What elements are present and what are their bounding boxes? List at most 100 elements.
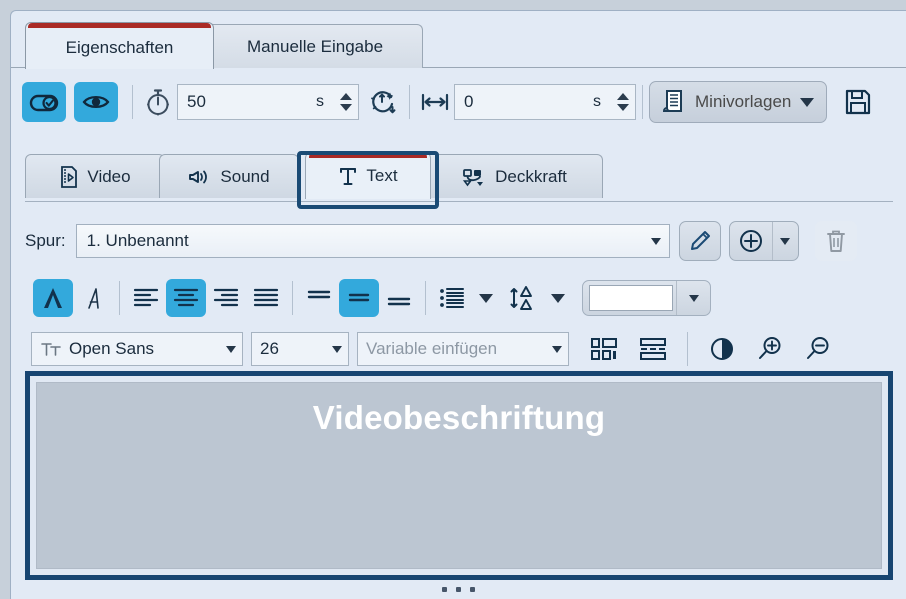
align-justify-button[interactable]	[246, 279, 286, 317]
delay-stepper-up[interactable]	[617, 93, 629, 100]
clock-animation-icon	[369, 87, 399, 117]
duration-stepper-down[interactable]	[340, 104, 352, 111]
minivorlagen-label: Minivorlagen	[695, 92, 792, 111]
chevron-down-icon	[780, 237, 791, 245]
tab-manuelle-eingabe[interactable]: Manuelle Eingabe	[207, 24, 423, 68]
duration-icon-button[interactable]	[139, 82, 177, 122]
valign-top-button[interactable]	[299, 279, 339, 317]
font-TT-icon	[40, 339, 62, 359]
font-style-italic-button[interactable]	[73, 279, 113, 317]
properties-panel: Eigenschaften Manuelle Eingabe 50 s 0 s …	[10, 10, 906, 599]
track-label: Spur:	[25, 231, 66, 250]
color-swatch[interactable]	[589, 285, 673, 311]
vertical-align-top-icon	[305, 285, 333, 311]
bullet-list-button[interactable]	[432, 279, 472, 317]
layout-rows-icon	[638, 336, 668, 362]
subtab-deckkraft[interactable]: Deckkraft	[425, 154, 603, 198]
layout-columns-button[interactable]	[585, 330, 625, 368]
text-color-dropdown[interactable]	[676, 281, 710, 315]
chevron-down-icon[interactable]	[800, 97, 815, 107]
track-value: 1. Unbenannt	[86, 231, 189, 250]
text-T-icon	[338, 164, 358, 188]
dot	[456, 587, 461, 592]
track-select[interactable]: 1. Unbenannt	[75, 224, 670, 258]
toggle-visible-button[interactable]	[74, 82, 118, 122]
duration-unit: s	[316, 93, 324, 110]
content-tab-strip: Video Sound Text Deckkraft	[11, 144, 906, 202]
toolbar-divider-1	[132, 85, 133, 119]
chevron-down-icon[interactable]	[226, 345, 236, 353]
subtab-video-label: Video	[87, 166, 131, 186]
application-window: Eigenschaften Manuelle Eingabe 50 s 0 s …	[0, 0, 906, 599]
font-family-value: Open Sans	[69, 339, 155, 358]
add-track-button[interactable]	[730, 222, 772, 260]
format-divider-1	[119, 281, 120, 315]
text-canvas[interactable]: Videobeschriftung	[36, 382, 882, 569]
bullet-list-dropdown[interactable]	[472, 279, 500, 317]
subtab-text-label: Text	[366, 166, 398, 185]
edit-track-button[interactable]	[678, 221, 721, 261]
subtab-sound[interactable]: Sound	[159, 154, 299, 198]
align-center-button[interactable]	[166, 279, 206, 317]
align-justify-icon	[252, 285, 280, 311]
font-size-select[interactable]: 26	[251, 332, 349, 366]
font-family-select[interactable]: Open Sans	[31, 332, 243, 366]
zoom-in-button[interactable]	[750, 330, 790, 368]
delay-stepper-down[interactable]	[617, 104, 629, 111]
toggle-switch-check-icon	[29, 91, 59, 113]
duration-input[interactable]: 50 s	[177, 84, 359, 120]
italic-A-icon	[80, 285, 106, 311]
add-track-split-button[interactable]	[728, 221, 799, 261]
canvas-text-content[interactable]: Videobeschriftung	[37, 399, 881, 437]
font-style-solid-button[interactable]	[33, 279, 73, 317]
text-canvas-frame: Videobeschriftung	[25, 371, 893, 580]
delete-track-button[interactable]	[814, 221, 857, 261]
subtab-deckkraft-label: Deckkraft	[495, 166, 567, 186]
trash-icon	[824, 228, 848, 254]
three-dots-handle-icon[interactable]	[11, 587, 906, 592]
font-size-value: 26	[260, 339, 279, 358]
toggle-enabled-button[interactable]	[22, 82, 66, 122]
text-color-picker[interactable]	[582, 280, 711, 316]
format-divider-2	[292, 281, 293, 315]
animation-timing-button[interactable]	[365, 82, 403, 122]
chevron-down-icon	[479, 293, 493, 303]
chevron-down-icon[interactable]	[650, 237, 661, 245]
valign-bottom-button[interactable]	[379, 279, 419, 317]
layout-rows-button[interactable]	[633, 330, 673, 368]
duration-stepper[interactable]	[338, 86, 354, 118]
zoom-out-button[interactable]	[798, 330, 838, 368]
track-row: Spur: 1. Unbenannt	[11, 216, 906, 266]
document-list-icon	[662, 89, 686, 115]
align-left-button[interactable]	[126, 279, 166, 317]
line-spacing-dropdown[interactable]	[544, 279, 572, 317]
format-divider-3	[425, 281, 426, 315]
chevron-down-icon[interactable]	[552, 345, 562, 353]
delay-icon-button[interactable]	[416, 82, 454, 122]
add-track-dropdown[interactable]	[771, 222, 798, 260]
save-button[interactable]	[839, 82, 877, 122]
main-tab-strip: Eigenschaften Manuelle Eingabe	[11, 16, 906, 69]
vertical-align-middle-icon	[345, 285, 373, 311]
align-right-button[interactable]	[206, 279, 246, 317]
line-spacing-button[interactable]	[504, 279, 544, 317]
plus-circle-icon	[738, 228, 764, 254]
tab-eigenschaften[interactable]: Eigenschaften	[25, 22, 214, 69]
contrast-button[interactable]	[702, 330, 742, 368]
align-center-icon	[172, 285, 200, 311]
align-left-icon	[132, 285, 160, 311]
chevron-down-icon	[551, 293, 565, 303]
subtab-text[interactable]: Text	[305, 152, 431, 199]
subtab-video[interactable]: Video	[25, 154, 165, 198]
duration-stepper-up[interactable]	[340, 93, 352, 100]
delay-stepper[interactable]	[615, 86, 631, 118]
dot	[442, 587, 447, 592]
toolbar-divider-2	[409, 85, 410, 119]
layout-columns-icon	[590, 336, 620, 362]
speaker-icon	[188, 166, 212, 188]
minivorlagen-button[interactable]: Minivorlagen	[649, 81, 828, 123]
chevron-down-icon[interactable]	[332, 345, 342, 353]
valign-middle-button[interactable]	[339, 279, 379, 317]
insert-variable-select[interactable]: Variable einfügen	[357, 332, 569, 366]
delay-input[interactable]: 0 s	[454, 84, 636, 120]
